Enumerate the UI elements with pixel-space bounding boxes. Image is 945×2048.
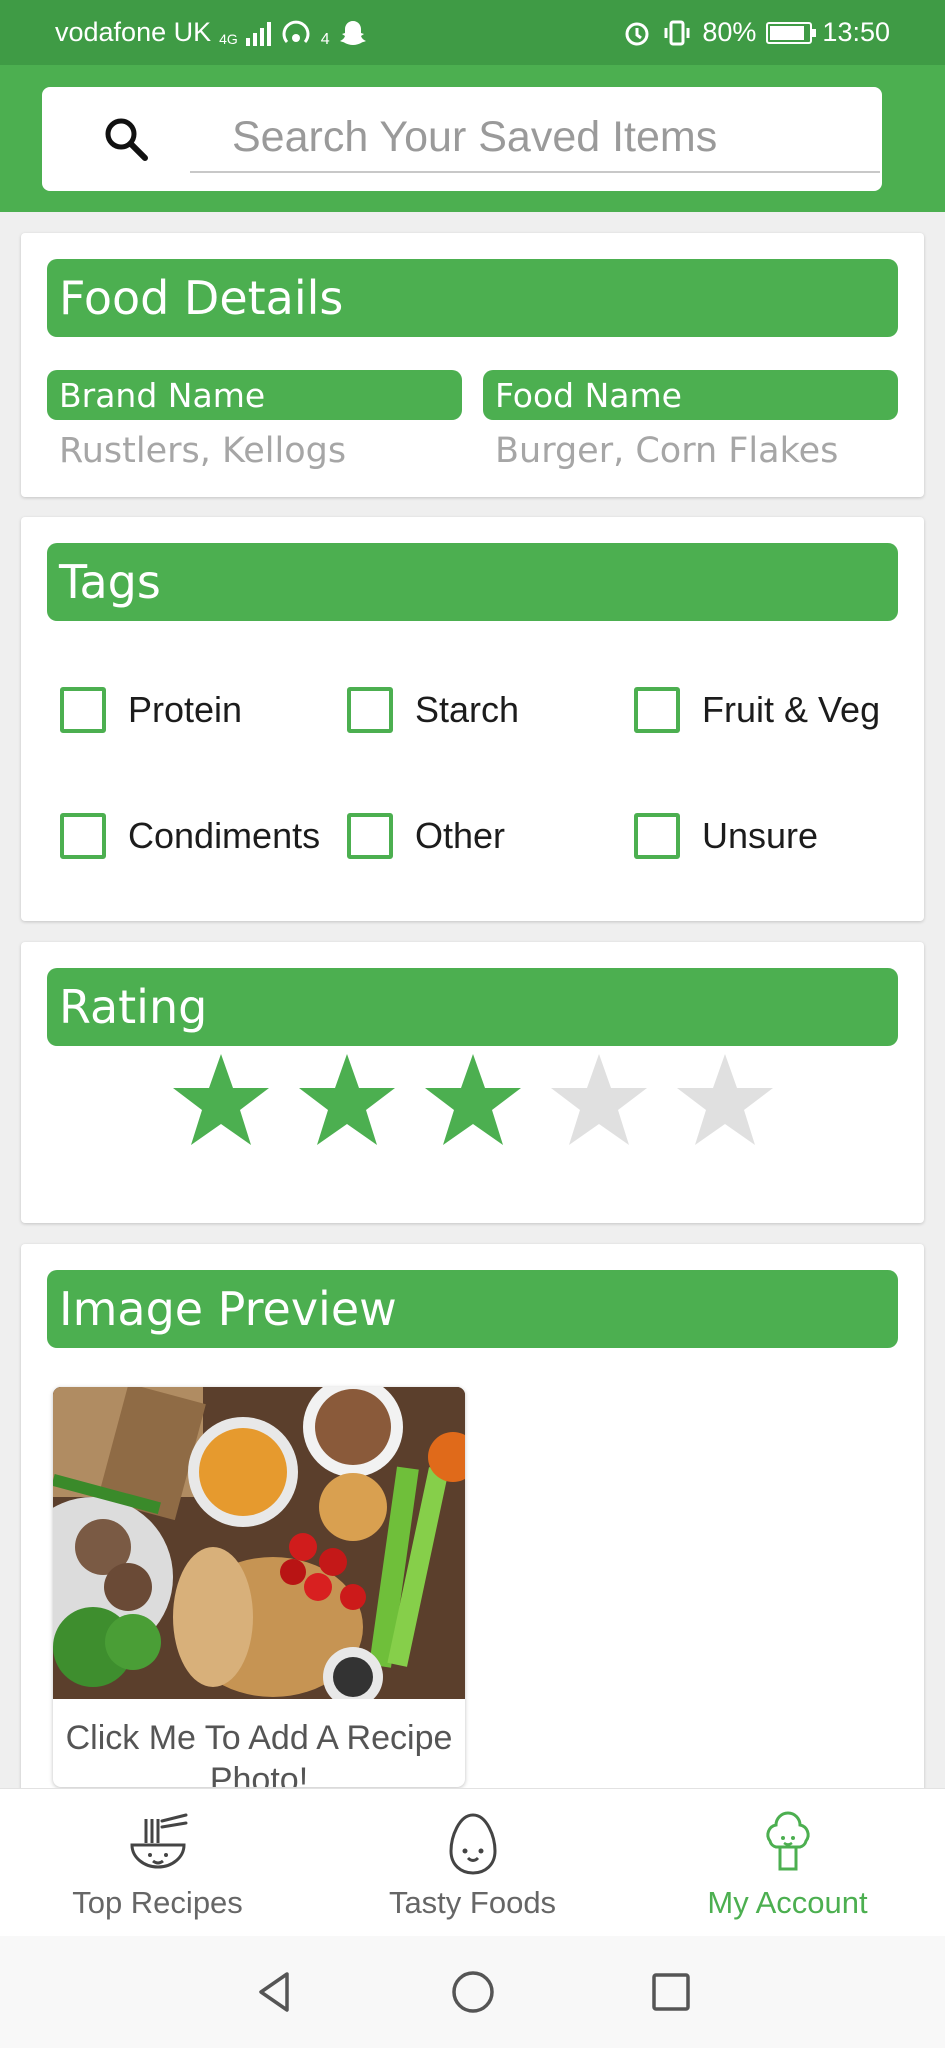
unsure-checkbox[interactable] [634,813,680,859]
food-details-header: Food Details [47,259,898,337]
snapchat-icon [339,20,366,45]
tag-label: Unsure [702,815,819,856]
nav-label: Tasty Foods [388,1885,557,1920]
battery-icon [766,21,817,44]
search-input[interactable] [190,103,880,173]
tag-label: Other [415,815,506,856]
recents-icon[interactable] [647,1968,695,2016]
rating-header: Rating [47,968,898,1046]
tag-fruit-veg[interactable]: Fruit & Veg [634,687,880,733]
tag-unsure[interactable]: Unsure [634,813,818,859]
status-bar: vodafone UK 4G 4 80% 13:50 [0,0,945,65]
condiments-checkbox[interactable] [60,813,106,859]
brand-name-label: Brand Name [47,370,462,420]
vibrate-icon [664,20,690,45]
carrier-name: vodafone UK [55,17,212,47]
app-header [0,65,945,212]
food-photo [53,1387,465,1699]
egg-face-icon [448,1813,497,1875]
star-empty-icon[interactable] [673,1050,777,1150]
hotspot-count: 4 [320,30,330,48]
food-details-card: Food Details Brand Name Rustlers, Kellog… [21,233,924,497]
app-screen: vodafone UK 4G 4 80% 13:50 Food Details … [0,0,945,2048]
tag-label: Fruit & Veg [702,689,881,730]
image-preview-card: Image Preview Click Me To Add A Recipe P… [21,1244,924,1804]
nav-tasty-foods[interactable]: Tasty Foods [315,1789,630,1936]
starch-checkbox[interactable] [347,687,393,733]
other-checkbox[interactable] [347,813,393,859]
tag-other[interactable]: Other [347,813,505,859]
tag-label: Starch [415,689,520,730]
food-name-input[interactable]: Burger, Corn Flakes [495,431,895,471]
tag-label: Protein [128,689,243,730]
tag-protein[interactable]: Protein [60,687,242,733]
star-filled-icon[interactable] [295,1050,399,1150]
system-nav-bar [0,1936,945,2048]
noodle-bowl-icon [129,1813,187,1869]
search-icon[interactable] [102,115,150,163]
search-bar[interactable] [42,87,882,191]
tags-header: Tags [47,543,898,621]
brand-name-input[interactable]: Rustlers, Kellogs [59,431,459,471]
tag-starch[interactable]: Starch [347,687,519,733]
bottom-nav: Top Recipes Tasty Foods My Account [0,1788,945,1936]
broccoli-icon [765,1811,810,1871]
protein-checkbox[interactable] [60,687,106,733]
nav-label: My Account [707,1885,868,1920]
nav-top-recipes[interactable]: Top Recipes [0,1789,315,1936]
clock: 13:50 [822,17,890,47]
network-type: 4G [219,30,238,47]
alarm-icon [625,22,649,45]
image-preview-header: Image Preview [47,1270,898,1348]
battery-percent: 80% [702,17,757,47]
star-rating[interactable] [21,1050,924,1150]
tags-card: Tags Protein Starch Fruit & Veg Condimen… [21,517,924,921]
signal-icon [245,20,271,46]
nav-label: Top Recipes [72,1885,243,1920]
hotspot-icon [282,20,310,43]
rating-card: Rating [21,942,924,1223]
star-filled-icon[interactable] [169,1050,273,1150]
home-icon[interactable] [449,1968,497,2016]
fruit-veg-checkbox[interactable] [634,687,680,733]
star-filled-icon[interactable] [421,1050,525,1150]
food-name-label: Food Name [483,370,898,420]
add-photo-tile[interactable]: Click Me To Add A Recipe Photo! [53,1387,465,1787]
star-empty-icon[interactable] [547,1050,651,1150]
tag-condiments[interactable]: Condiments [60,813,320,859]
tag-label: Condiments [128,815,321,856]
nav-my-account[interactable]: My Account [630,1789,945,1936]
back-icon[interactable] [251,1968,299,2016]
add-photo-caption: Click Me To Add A Recipe Photo! [65,1719,453,1787]
